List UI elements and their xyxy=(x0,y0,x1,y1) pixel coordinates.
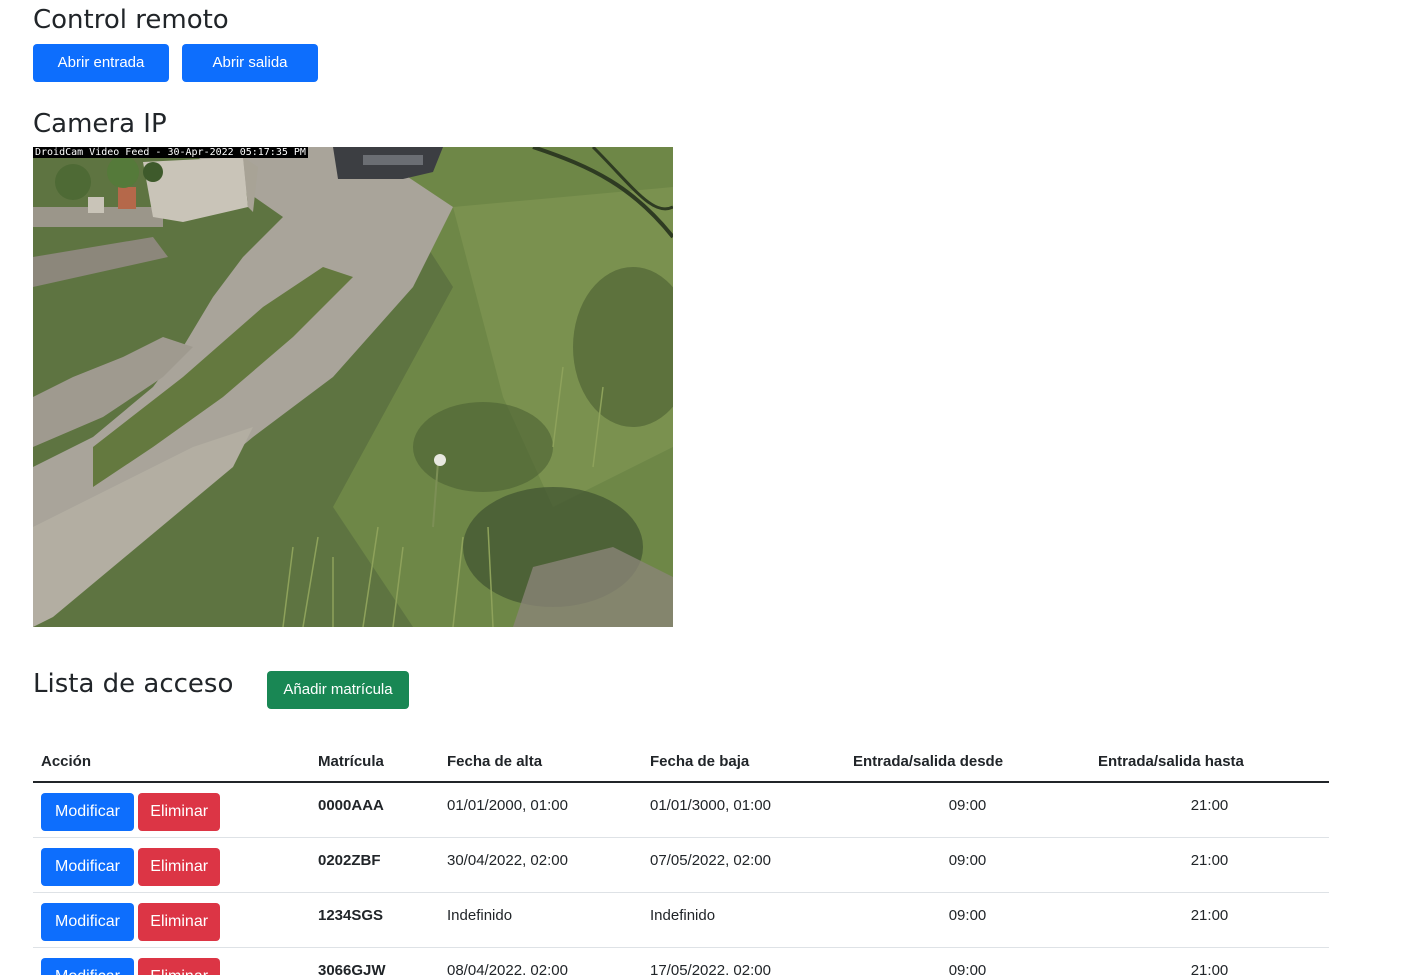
column-header-action: Acción xyxy=(33,741,310,783)
open-exit-button[interactable]: Abrir salida xyxy=(182,44,318,82)
table-row: Modificar Eliminar 3066GJW 08/04/2022, 0… xyxy=(33,947,1329,975)
modify-button[interactable]: Modificar xyxy=(41,958,134,975)
modify-button[interactable]: Modificar xyxy=(41,793,134,831)
camera-timestamp: DroidCam Video Feed - 30-Apr-2022 05:17:… xyxy=(33,147,308,158)
table-header-row: Acción Matrícula Fecha de alta Fecha de … xyxy=(33,741,1329,783)
camera-feed: DroidCam Video Feed - 30-Apr-2022 05:17:… xyxy=(33,147,673,627)
column-header-until: Entrada/salida hasta xyxy=(1090,741,1329,783)
table-row: Modificar Eliminar 1234SGS Indefinido In… xyxy=(33,892,1329,948)
plate-cell: 0202ZBF xyxy=(310,837,439,893)
start-date-cell: 08/04/2022, 02:00 xyxy=(439,947,642,975)
delete-button[interactable]: Eliminar xyxy=(138,793,221,831)
start-date-cell: 30/04/2022, 02:00 xyxy=(439,837,642,893)
delete-button[interactable]: Eliminar xyxy=(138,903,221,941)
modify-button[interactable]: Modificar xyxy=(41,903,134,941)
until-time-cell: 21:00 xyxy=(1090,892,1329,948)
access-list-title: Lista de acceso xyxy=(33,669,234,699)
from-time-cell: 09:00 xyxy=(845,837,1090,893)
remote-control-title: Control remoto xyxy=(33,5,229,35)
delete-button[interactable]: Eliminar xyxy=(138,958,221,975)
from-time-cell: 09:00 xyxy=(845,782,1090,838)
end-date-cell: 17/05/2022, 02:00 xyxy=(642,947,845,975)
start-date-cell: Indefinido xyxy=(439,892,642,948)
camera-title: Camera IP xyxy=(33,109,167,139)
until-time-cell: 21:00 xyxy=(1090,947,1329,975)
column-header-from: Entrada/salida desde xyxy=(845,741,1090,783)
plate-cell: 1234SGS xyxy=(310,892,439,948)
from-time-cell: 09:00 xyxy=(845,892,1090,948)
open-entry-button[interactable]: Abrir entrada xyxy=(33,44,169,82)
column-header-start-date: Fecha de alta xyxy=(439,741,642,783)
end-date-cell: Indefinido xyxy=(642,892,845,948)
start-date-cell: 01/01/2000, 01:00 xyxy=(439,782,642,838)
from-time-cell: 09:00 xyxy=(845,947,1090,975)
plate-cell: 0000AAA xyxy=(310,782,439,838)
page: Control remoto Abrir entrada Abrir salid… xyxy=(0,0,1416,975)
access-table: Acción Matrícula Fecha de alta Fecha de … xyxy=(33,741,1329,975)
plate-cell: 3066GJW xyxy=(310,947,439,975)
modify-button[interactable]: Modificar xyxy=(41,848,134,886)
column-header-plate: Matrícula xyxy=(310,741,439,783)
end-date-cell: 01/01/3000, 01:00 xyxy=(642,782,845,838)
column-header-end-date: Fecha de baja xyxy=(642,741,845,783)
end-date-cell: 07/05/2022, 02:00 xyxy=(642,837,845,893)
until-time-cell: 21:00 xyxy=(1090,782,1329,838)
add-plate-button[interactable]: Añadir matrícula xyxy=(267,671,409,709)
table-row: Modificar Eliminar 0000AAA 01/01/2000, 0… xyxy=(33,782,1329,838)
delete-button[interactable]: Eliminar xyxy=(138,848,221,886)
table-row: Modificar Eliminar 0202ZBF 30/04/2022, 0… xyxy=(33,837,1329,893)
camera-image xyxy=(33,147,673,627)
until-time-cell: 21:00 xyxy=(1090,837,1329,893)
